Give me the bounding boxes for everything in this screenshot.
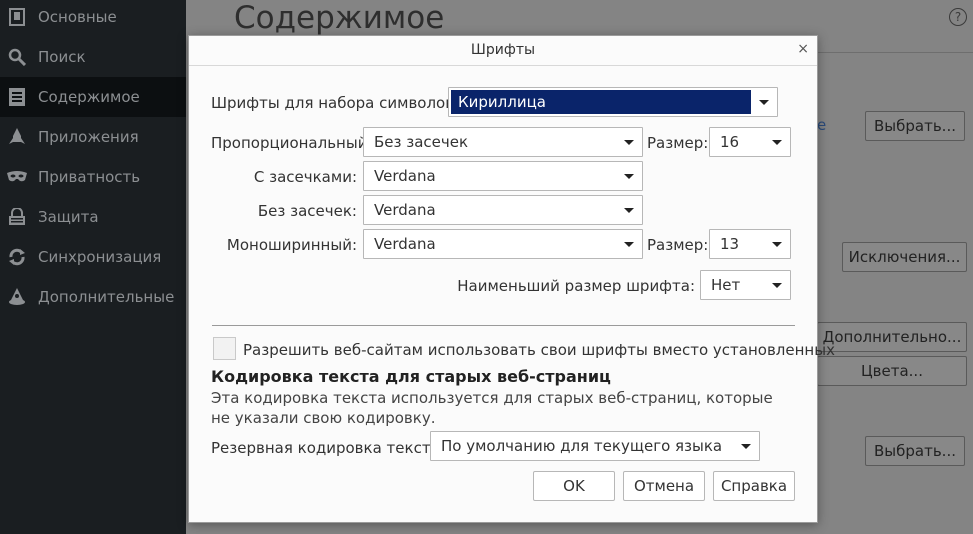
allow-fonts-checkbox[interactable]: [213, 337, 236, 360]
serif-value: Verdana: [374, 167, 436, 185]
advanced-button[interactable]: Дополнительно...: [817, 322, 967, 352]
size-value-proportional: 16: [720, 133, 740, 151]
sidebar-item-security[interactable]: Защита: [0, 197, 186, 237]
min-size-select[interactable]: Нет: [700, 270, 791, 300]
help-icon[interactable]: ?: [949, 8, 967, 26]
serif-label: С засечками:: [253, 168, 357, 186]
sidebar-item-privacy[interactable]: Приватность: [0, 157, 186, 197]
cancel-button[interactable]: Отмена: [623, 471, 705, 501]
chevron-down-icon: [616, 207, 642, 213]
title-separator: [189, 65, 817, 66]
encoding-description: Эта кодировка текста используется для ст…: [211, 389, 773, 427]
link-fragment[interactable]: е: [817, 116, 826, 134]
encoding-header: Кодировка текста для старых веб-страниц: [211, 367, 611, 386]
size-label-monospace: Размер:: [647, 236, 709, 254]
sidebar-item-content[interactable]: Содержимое: [0, 77, 186, 117]
min-size-value: Нет: [711, 276, 741, 294]
sidebar: Основные Поиск Содержимое Приложения При…: [0, 0, 186, 534]
sync-icon: [6, 246, 28, 268]
help-button[interactable]: Справка: [713, 471, 795, 501]
sidebar-item-advanced[interactable]: Дополнительные: [0, 277, 186, 317]
fallback-encoding-label: Резервная кодировка текста:: [211, 439, 445, 457]
applications-icon: [6, 126, 28, 148]
choose-font-button[interactable]: Выбрать...: [865, 111, 965, 141]
sidebar-item-label: Синхронизация: [38, 248, 162, 266]
sans-serif-value: Verdana: [374, 201, 436, 219]
colors-button[interactable]: Цвета...: [817, 356, 967, 386]
fonts-dialog: Шрифты × Шрифты для набора символов: Кир…: [188, 35, 835, 523]
sidebar-item-general[interactable]: Основные: [0, 0, 186, 37]
sidebar-item-label: Дополнительные: [38, 288, 175, 306]
monospace-label: Моноширинный:: [226, 236, 357, 254]
monospace-select[interactable]: Verdana: [363, 229, 643, 259]
min-size-label: Наименьший размер шрифта:: [457, 277, 695, 295]
size-value-monospace: 13: [720, 235, 740, 253]
page-title: Содержимое: [234, 0, 445, 36]
proportional-select[interactable]: Без засечек: [363, 127, 643, 157]
charset-label: Шрифты для набора символов:: [211, 94, 460, 112]
security-icon: [6, 206, 28, 228]
allow-fonts-label[interactable]: Разрешить веб-сайтам использовать свои ш…: [243, 341, 835, 359]
chevron-down-icon: [616, 139, 642, 145]
chevron-down-icon: [751, 99, 777, 105]
sidebar-item-search[interactable]: Поиск: [0, 37, 186, 77]
chevron-down-icon: [764, 241, 790, 247]
section-divider: [212, 325, 795, 326]
sidebar-item-applications[interactable]: Приложения: [0, 117, 186, 157]
ok-button[interactable]: OK: [533, 471, 615, 501]
advanced-icon: [6, 286, 28, 308]
search-icon: [6, 46, 28, 68]
sidebar-item-label: Приложения: [38, 128, 139, 146]
chevron-down-icon: [764, 282, 790, 288]
charset-select[interactable]: Кириллица: [448, 87, 778, 117]
chevron-down-icon: [764, 139, 790, 145]
privacy-mask-icon: [6, 166, 28, 188]
monospace-value: Verdana: [374, 235, 436, 253]
chevron-down-icon: [733, 443, 759, 449]
sidebar-item-label: Основные: [38, 8, 117, 26]
content-icon: [6, 86, 28, 108]
fallback-encoding-value: По умолчанию для текущего языка: [441, 437, 723, 455]
sidebar-item-label: Содержимое: [38, 88, 140, 106]
chevron-down-icon: [616, 241, 642, 247]
close-icon[interactable]: ×: [797, 41, 809, 57]
sidebar-item-label: Приватность: [38, 168, 141, 186]
size-label-proportional: Размер:: [647, 134, 709, 152]
size-select-monospace[interactable]: 13: [709, 229, 791, 259]
charset-value: Кириллица: [451, 90, 751, 114]
sidebar-item-sync[interactable]: Синхронизация: [0, 237, 186, 277]
serif-select[interactable]: Verdana: [363, 161, 643, 191]
sidebar-item-label: Поиск: [38, 48, 86, 66]
exceptions-button[interactable]: Исключения...: [842, 242, 967, 272]
dialog-title: Шрифты: [470, 42, 536, 58]
sans-serif-select[interactable]: Verdana: [363, 195, 643, 225]
size-select-proportional[interactable]: 16: [709, 127, 791, 157]
proportional-value: Без засечек: [374, 133, 469, 151]
general-icon: [6, 6, 28, 28]
chevron-down-icon: [616, 173, 642, 179]
fallback-encoding-select[interactable]: По умолчанию для текущего языка: [430, 431, 760, 461]
choose-language-button[interactable]: Выбрать...: [865, 436, 965, 466]
sidebar-item-label: Защита: [38, 208, 99, 226]
proportional-label: Пропорциональный: [211, 134, 368, 152]
sans-serif-label: Без засечек:: [257, 202, 357, 220]
